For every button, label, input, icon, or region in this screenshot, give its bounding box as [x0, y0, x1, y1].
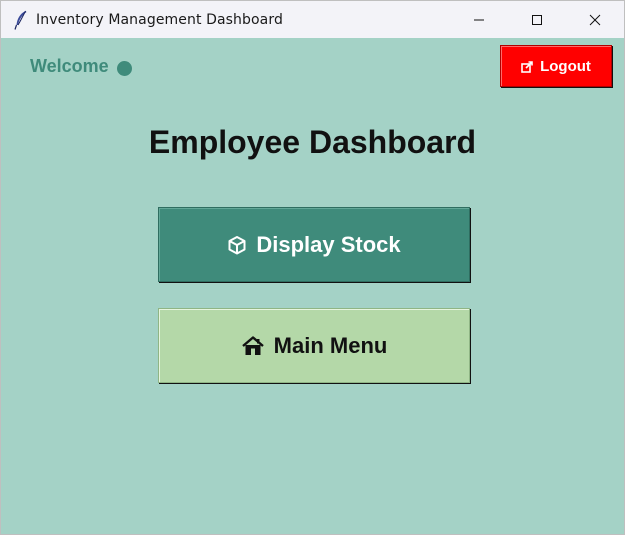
status-dot: [116, 60, 132, 76]
main-menu-button[interactable]: Main Menu: [158, 308, 470, 383]
minimize-icon: [474, 19, 484, 20]
main-menu-label: Main Menu: [273, 332, 388, 358]
maximize-icon: [532, 14, 542, 25]
window-controls: [450, 1, 624, 38]
display-stock-button[interactable]: Display Stock: [158, 207, 470, 282]
app-window: Inventory Management Dashboard Welcome L…: [0, 0, 625, 535]
window-title: Inventory Management Dashboard: [36, 11, 283, 28]
display-stock-label: Display Stock: [256, 231, 401, 257]
minimize-button[interactable]: [450, 1, 508, 38]
maximize-button[interactable]: [508, 1, 566, 38]
welcome-label: Welcome: [30, 56, 109, 76]
title-bar[interactable]: Inventory Management Dashboard: [1, 1, 624, 38]
logout-button[interactable]: Logout: [500, 45, 612, 87]
package-icon: [227, 235, 247, 255]
house-icon: [241, 335, 265, 357]
close-icon: [589, 14, 601, 25]
logout-icon: [521, 60, 534, 73]
dashboard-content: Welcome Logout Employee Dashboard Displa…: [1, 38, 624, 534]
feather-icon: [12, 10, 30, 30]
close-button[interactable]: [566, 1, 624, 38]
welcome-area: Welcome: [30, 56, 132, 77]
page-title: Employee Dashboard: [148, 124, 477, 160]
logout-label: Logout: [540, 57, 591, 75]
